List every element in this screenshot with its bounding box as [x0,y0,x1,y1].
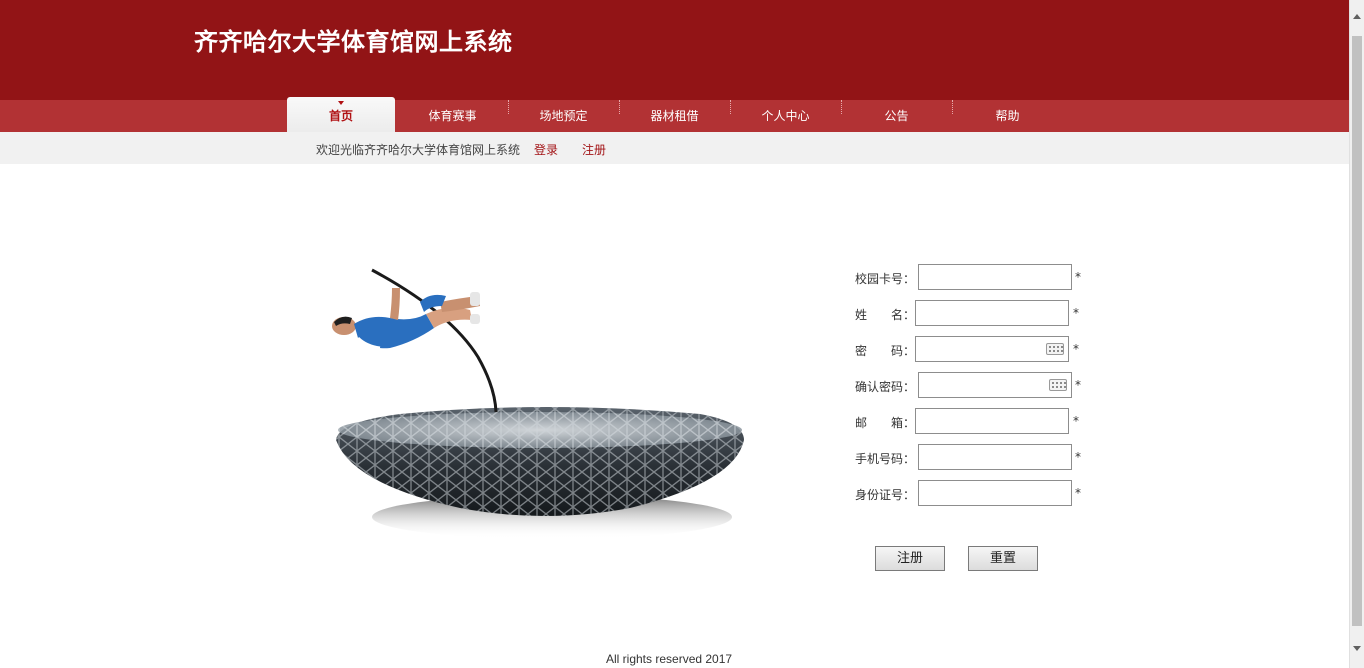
card-number-label: 校园卡号： [855,272,916,286]
nav-item-label: 首页 [328,109,353,123]
submit-register-button[interactable]: 注册 [875,546,945,571]
scroll-down-arrow-icon[interactable] [1353,646,1361,651]
email-input[interactable] [915,408,1069,434]
nav-item-venue-booking[interactable]: 场地预定 [508,100,619,132]
password-label: 密 码： [855,344,916,358]
required-mark: * [1075,378,1081,392]
footer-copyright: All rights reserved 2017 [606,652,733,666]
required-mark: * [1073,414,1079,428]
reset-button[interactable]: 重置 [968,546,1038,571]
required-mark: * [1075,486,1081,500]
required-mark: * [1073,306,1079,320]
required-mark: * [1075,270,1081,284]
nav-item-label: 帮助 [995,109,1020,123]
keyboard-icon[interactable] [1049,379,1067,391]
scrollbar-thumb[interactable] [1352,36,1362,626]
welcome-bar: 欢迎光临齐齐哈尔大学体育馆网上系统 登录 注册 [0,132,1349,164]
required-mark: * [1075,450,1081,464]
vertical-scrollbar[interactable] [1349,0,1364,668]
login-link[interactable]: 登录 [534,141,558,158]
nav-item-equipment-rental[interactable]: 器材租借 [619,100,730,132]
nav-item-label: 场地预定 [539,109,588,123]
name-label: 姓 名： [855,308,916,322]
main-nav: 首页 体育赛事 场地预定 器材租借 个人中心 公告 帮助 [0,97,1349,132]
site-title: 齐齐哈尔大学体育馆网上系统 [194,28,513,56]
name-input[interactable] [915,300,1069,326]
id-number-input[interactable] [918,480,1072,506]
register-link[interactable]: 注册 [582,141,606,158]
nav-item-events[interactable]: 体育赛事 [397,100,508,132]
nav-item-label: 公告 [884,109,909,123]
id-number-label: 身份证号： [855,488,916,502]
scroll-up-arrow-icon[interactable] [1353,14,1361,19]
nav-item-label: 器材租借 [650,109,699,123]
email-label: 邮 箱： [855,416,916,430]
confirm-password-label: 确认密码： [855,380,916,394]
nav-item-label: 体育赛事 [428,109,477,123]
welcome-text: 欢迎光临齐齐哈尔大学体育馆网上系统 [316,143,521,157]
card-number-input[interactable] [918,264,1072,290]
required-mark: * [1073,342,1079,356]
nav-item-announcements[interactable]: 公告 [841,100,952,132]
pole-vault-stadium-image [330,262,775,542]
phone-label: 手机号码： [855,452,916,466]
nav-item-label: 个人中心 [761,109,810,123]
nav-item-personal-center[interactable]: 个人中心 [730,100,841,132]
active-caret-icon [338,101,344,105]
phone-input[interactable] [918,444,1072,470]
nav-item-help[interactable]: 帮助 [952,100,1063,132]
keyboard-icon[interactable] [1046,343,1064,355]
site-header: 齐齐哈尔大学体育馆网上系统 [0,0,1349,100]
nav-item-home[interactable]: 首页 [287,97,395,132]
